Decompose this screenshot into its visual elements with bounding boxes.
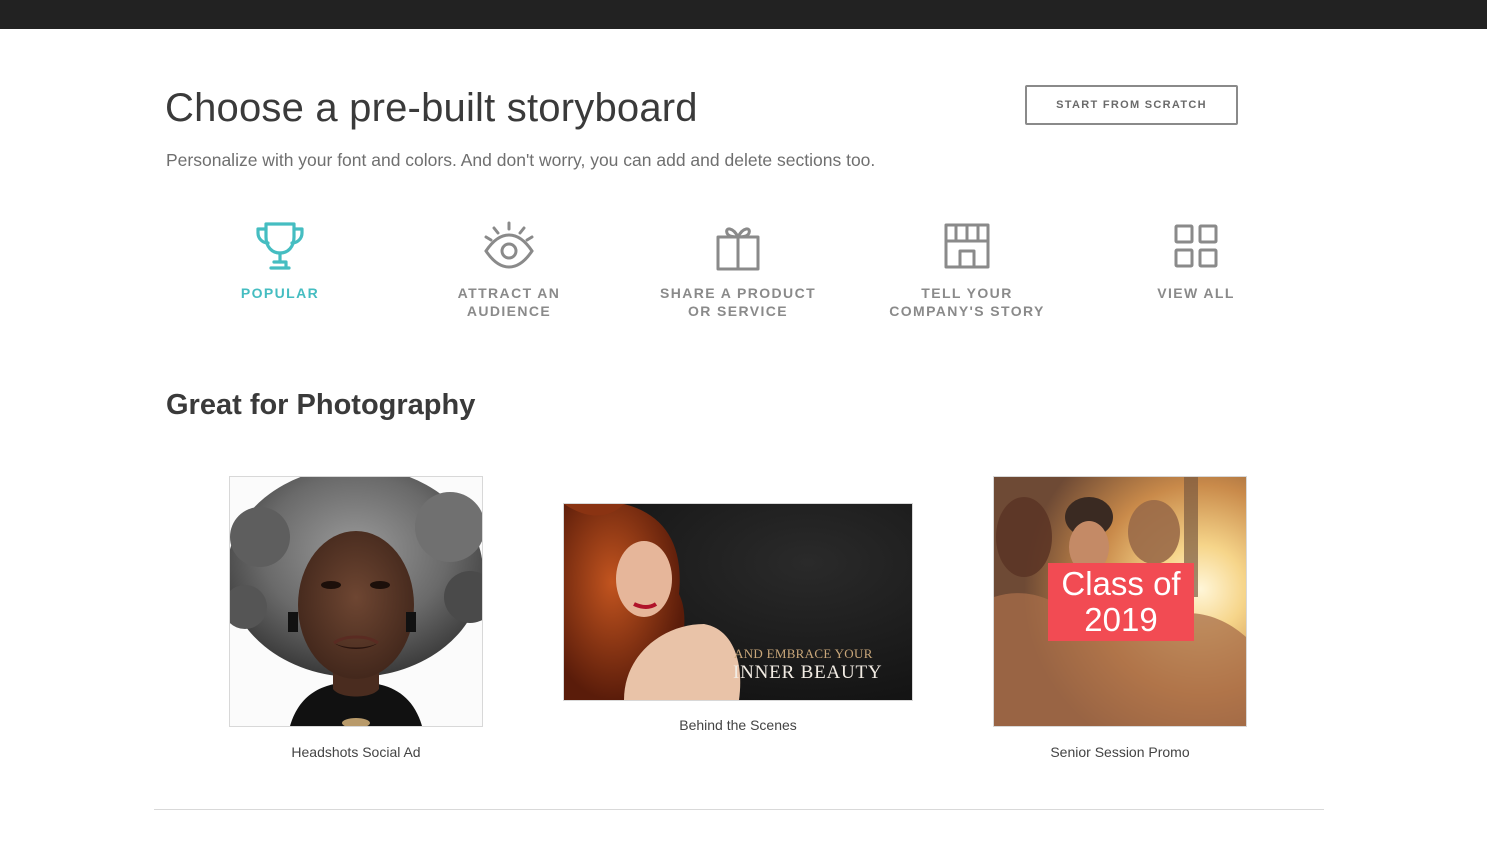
storefront-icon xyxy=(939,218,995,274)
storyboard-card-senior-session[interactable]: Class of 2019 Senior Session Promo xyxy=(993,476,1247,760)
overlay-line-1: AND EMBRACE YOUR xyxy=(734,646,873,661)
trophy-icon xyxy=(252,218,308,274)
headshot-thumbnail xyxy=(229,476,483,727)
gift-icon xyxy=(710,218,766,274)
class-of-badge: Class of 2019 xyxy=(1048,563,1194,641)
category-share-a-product[interactable]: SHARE A PRODUCT OR SERVICE xyxy=(658,218,818,320)
section-title: Great for Photography xyxy=(166,389,476,421)
storyboard-card-behind-the-scenes[interactable]: AND EMBRACE YOUR INNER BEAUTY Behind the… xyxy=(563,503,913,733)
behind-the-scenes-thumbnail: AND EMBRACE YOUR INNER BEAUTY xyxy=(563,503,913,701)
senior-session-thumbnail: Class of 2019 xyxy=(993,476,1247,727)
category-label: POPULAR xyxy=(240,285,320,301)
category-label: VIEW ALL xyxy=(1157,285,1235,301)
category-label: ATTRACT AN AUDIENCE xyxy=(457,285,561,319)
card-caption: Behind the Scenes xyxy=(679,717,797,733)
category-tabs: POPULAR ATTRACT AN AUDIENCE SHARE A PROD… xyxy=(165,218,1311,348)
category-tell-your-story[interactable]: TELL YOUR COMPANY'S STORY xyxy=(887,218,1047,320)
top-bar xyxy=(0,0,1487,29)
category-view-all[interactable]: VIEW ALL xyxy=(1116,218,1276,302)
card-caption: Headshots Social Ad xyxy=(291,744,421,760)
eye-icon xyxy=(481,218,537,274)
page-title: Choose a pre-built storyboard xyxy=(165,86,698,130)
card-caption: Senior Session Promo xyxy=(1050,744,1190,760)
storyboard-card-headshots[interactable]: Headshots Social Ad xyxy=(229,476,483,760)
class-of-text: Class of 2019 xyxy=(1061,565,1181,638)
category-label: TELL YOUR COMPANY'S STORY xyxy=(889,285,1045,319)
page-subtitle: Personalize with your font and colors. A… xyxy=(166,150,876,170)
category-attract-an-audience[interactable]: ATTRACT AN AUDIENCE xyxy=(429,218,589,320)
start-from-scratch-button[interactable]: START FROM SCRATCH xyxy=(1025,85,1238,125)
grid-icon xyxy=(1168,218,1224,274)
section-divider xyxy=(154,809,1324,810)
overlay-line-2: INNER BEAUTY xyxy=(733,662,883,683)
category-label: SHARE A PRODUCT OR SERVICE xyxy=(659,285,817,319)
category-popular[interactable]: POPULAR xyxy=(200,218,360,302)
